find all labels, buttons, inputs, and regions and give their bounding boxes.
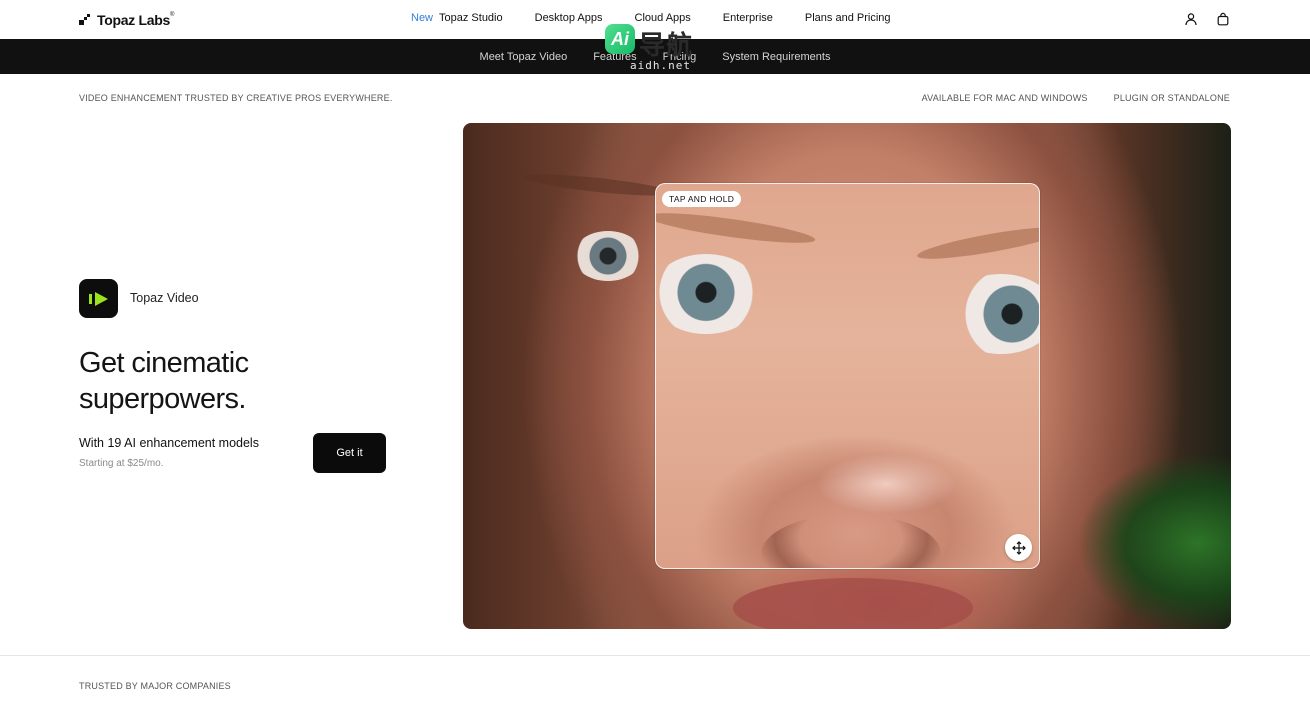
brow-shape	[656, 207, 817, 249]
brow-shape	[915, 221, 1039, 265]
nose-shape	[761, 514, 941, 568]
move-icon[interactable]	[1005, 534, 1032, 561]
bag-icon[interactable]	[1216, 12, 1230, 26]
new-badge: New	[411, 12, 434, 24]
brand-logo[interactable]: Topaz Labs®	[79, 11, 174, 29]
subnav-meet-topaz-video[interactable]: Meet Topaz Video	[480, 51, 568, 63]
trust-statement: VIDEO ENHANCEMENT TRUSTED BY CREATIVE PR…	[79, 93, 393, 103]
plugin-standalone: PLUGIN OR STANDALONE	[1113, 93, 1230, 103]
nav-enterprise[interactable]: Enterprise	[723, 12, 773, 24]
main-links: New Topaz Studio Desktop Apps Cloud Apps…	[411, 12, 891, 24]
topaz-logo-icon	[79, 14, 91, 26]
topaz-video-app-icon	[79, 279, 118, 318]
brow-shape	[522, 170, 674, 200]
platform-availability: AVAILABLE FOR MAC AND WINDOWS	[921, 93, 1088, 103]
eye-shape	[946, 274, 1039, 354]
eye-shape	[656, 254, 761, 334]
hero-headline: Get cinematic superpowers.	[79, 345, 379, 417]
lips-shape	[733, 578, 973, 629]
eye-shape	[573, 231, 643, 281]
nav-icons	[1184, 12, 1230, 26]
hero-tagline: With 19 AI enhancement models	[79, 436, 259, 450]
tap-and-hold-hint: TAP AND HOLD	[662, 191, 742, 207]
app-name: Topaz Video	[130, 291, 199, 305]
nav-desktop-apps[interactable]: Desktop Apps	[535, 12, 603, 24]
watermark: Ai 导航 aidh.net	[604, 24, 704, 74]
starting-price: Starting at $25/mo.	[79, 458, 164, 469]
nav-plans-pricing[interactable]: Plans and Pricing	[805, 12, 891, 24]
watermark-badge: Ai	[605, 24, 635, 54]
section-divider	[0, 655, 1310, 656]
get-it-button[interactable]: Get it	[313, 433, 386, 473]
user-icon[interactable]	[1184, 12, 1198, 26]
headline-line-2: superpowers.	[79, 383, 246, 415]
nav-topaz-studio[interactable]: Topaz Studio	[439, 12, 503, 24]
watermark-url: aidh.net	[630, 59, 691, 72]
headline-line-1: Get cinematic	[79, 347, 249, 379]
subnav-system-requirements[interactable]: System Requirements	[722, 51, 830, 63]
platform-info: AVAILABLE FOR MAC AND WINDOWS PLUGIN OR …	[922, 93, 1230, 103]
brand-name: Topaz Labs®	[97, 12, 175, 28]
watermark-text: 导航	[639, 31, 694, 61]
enhanced-comparison-window[interactable]	[655, 183, 1040, 569]
nav-cloud-apps[interactable]: Cloud Apps	[635, 12, 691, 24]
trusted-by-heading: TRUSTED BY MAJOR COMPANIES	[79, 681, 231, 691]
